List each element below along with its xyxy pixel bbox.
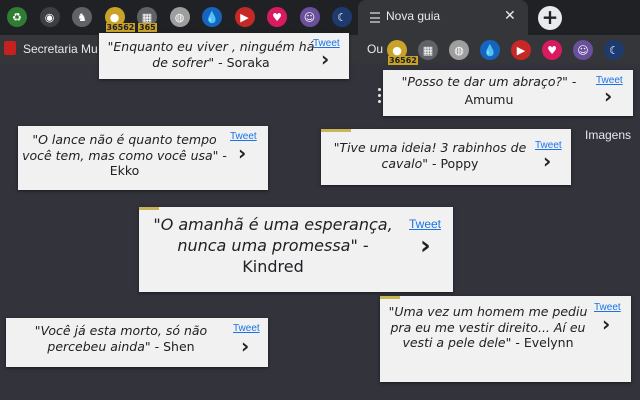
quote-card-ekko: "O lance não é quanto tempo você tem, ma… xyxy=(18,126,268,190)
coin-icon[interactable]: ● 36562 xyxy=(104,7,136,32)
quote-author: Soraka xyxy=(226,54,270,70)
card-top-bar xyxy=(321,129,351,132)
more-options-icon[interactable] xyxy=(378,88,381,106)
goggles-icon[interactable]: ◉ xyxy=(39,7,60,27)
next-quote-icon[interactable]: › xyxy=(543,149,551,173)
quote-card-shen: "Você já esta morto, só não percebeu ain… xyxy=(6,318,268,367)
quote-author: Ekko xyxy=(109,163,140,179)
quote-line: "Enquanto eu viver , ninguém há de sofre… xyxy=(107,39,315,70)
recycle-icon[interactable]: ♻ xyxy=(7,7,27,27)
next-quote-icon[interactable]: › xyxy=(604,84,612,108)
moon-icon[interactable]: ☾ xyxy=(332,7,352,27)
next-quote-icon[interactable]: › xyxy=(602,312,610,336)
coin-icon[interactable]: ● 36562 xyxy=(387,40,418,65)
shell-icon[interactable]: ◍ xyxy=(169,7,190,27)
quote-text: "Uma vez um homem me pediu pra eu me ves… xyxy=(388,304,588,351)
quote-line: "O amanhã é uma esperança, nunca uma pro… xyxy=(153,215,393,255)
quote-text: "Enquanto eu viver , ninguém há de sofre… xyxy=(107,39,315,70)
tweet-link[interactable]: Tweet xyxy=(233,323,260,334)
bookmark-secretaria[interactable]: Secretaria Mu xyxy=(23,42,98,56)
extension-badge: 36562 xyxy=(388,56,418,65)
heart-icon[interactable]: ♥ xyxy=(267,7,287,27)
quote-line: "Tive uma ideia! 3 rabinhos de cavalo" xyxy=(333,140,527,171)
document-icon xyxy=(370,12,380,23)
quote-author: Evelynn xyxy=(523,335,574,351)
heart-icon[interactable]: ♥ xyxy=(542,40,562,60)
drop-icon[interactable]: 💧 xyxy=(480,40,500,60)
quote-card-soraka: "Enquanto eu viver , ninguém há de sofre… xyxy=(99,33,349,79)
quote-author: Poppy xyxy=(440,155,479,171)
quote-author: Amumu xyxy=(464,92,514,108)
bookmark-other[interactable]: Ou xyxy=(367,42,383,56)
quote-text: "O amanhã é uma esperança, nunca uma pro… xyxy=(153,215,393,276)
quote-line: "O lance não é quanto tempo você tem, ma… xyxy=(22,132,219,163)
calendar-icon[interactable]: ▦ xyxy=(418,40,438,60)
figure-icon[interactable]: ♞ xyxy=(72,7,92,27)
close-icon[interactable]: ✕ xyxy=(504,8,516,24)
extension-badge: 365 xyxy=(138,23,157,32)
extension-badge: 36562 xyxy=(105,23,136,32)
drop-icon[interactable]: 💧 xyxy=(202,7,222,27)
card-top-bar xyxy=(380,296,400,299)
calendar-icon[interactable]: ▦ 365 xyxy=(137,7,157,32)
quote-author: Kindred xyxy=(242,256,304,276)
next-quote-icon[interactable]: › xyxy=(321,47,329,71)
card-top-bar xyxy=(139,207,159,210)
bookmark-icon[interactable] xyxy=(4,41,16,55)
next-quote-icon[interactable]: › xyxy=(420,231,431,261)
quote-card-amumu: "Posso te dar um abraço?" - Amumu Tweet › xyxy=(383,70,633,116)
quote-card-poppy: "Tive uma ideia! 3 rabinhos de cavalo" -… xyxy=(321,129,571,185)
quote-text: "O lance não é quanto tempo você tem, ma… xyxy=(22,132,227,179)
avatar-icon[interactable]: ☺ xyxy=(299,7,320,27)
next-quote-icon[interactable]: › xyxy=(241,334,249,358)
shell-icon[interactable]: ◍ xyxy=(449,40,469,60)
quote-line: "Posso te dar um abraço?" xyxy=(401,74,568,89)
quote-card-kindred: "O amanhã é uma esperança, nunca uma pro… xyxy=(139,207,453,292)
quote-author: Shen xyxy=(163,338,195,354)
tweet-link[interactable]: Tweet xyxy=(409,217,441,231)
new-tab-button[interactable]: + xyxy=(538,6,562,30)
youtube-icon[interactable]: ▶ xyxy=(511,40,531,60)
quote-text: "Tive uma ideia! 3 rabinhos de cavalo" -… xyxy=(333,140,527,171)
quote-text: "Você já esta morto, só não percebeu ain… xyxy=(34,323,208,354)
avatar-icon[interactable]: ☺ xyxy=(573,40,593,60)
moon-icon[interactable]: ☾ xyxy=(604,40,624,60)
youtube-icon[interactable]: ▶ xyxy=(234,7,255,27)
tab-title: Nova guia xyxy=(386,9,441,23)
tab-nova-guia[interactable]: Nova guia ✕ xyxy=(358,0,528,35)
next-quote-icon[interactable]: › xyxy=(238,141,246,165)
images-link[interactable]: Imagens xyxy=(585,128,631,142)
quote-card-evelynn: "Uma vez um homem me pediu pra eu me ves… xyxy=(380,296,631,382)
quote-text: "Posso te dar um abraço?" - Amumu xyxy=(401,74,577,108)
